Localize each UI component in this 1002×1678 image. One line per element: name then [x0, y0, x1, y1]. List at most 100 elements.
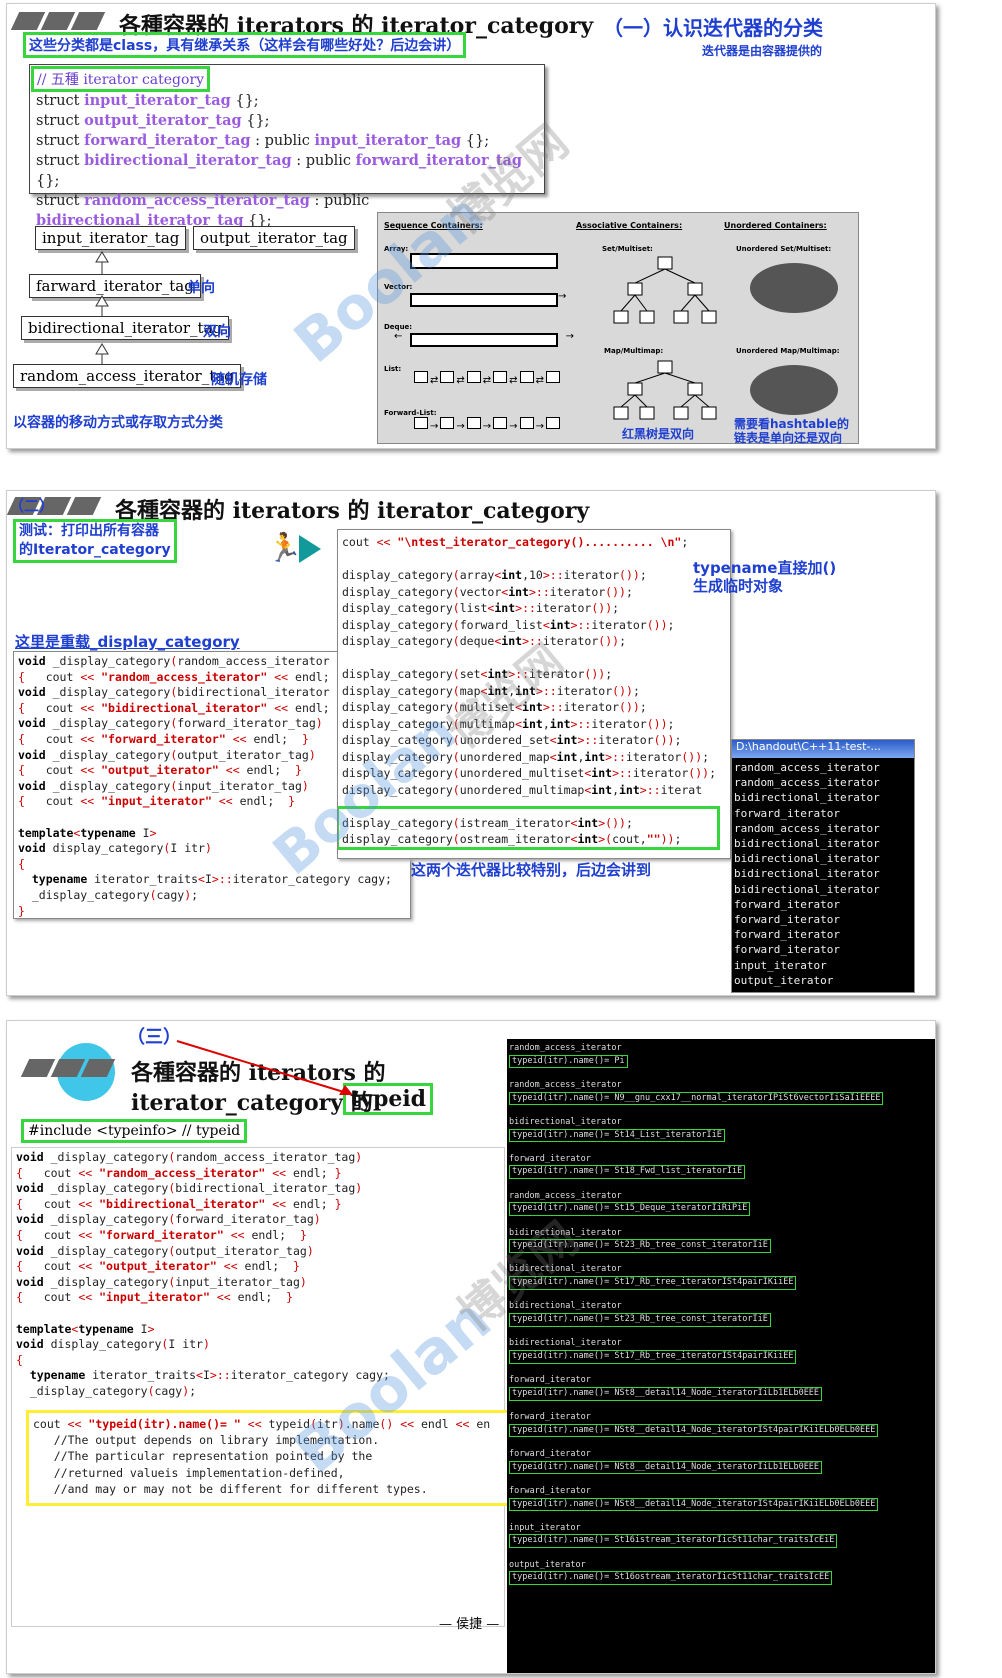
right-arrow-icon: [299, 535, 321, 563]
console-line: bidirectional_iterator: [734, 882, 880, 896]
console-output: random_access_iterator random_access_iter…: [732, 758, 914, 989]
console-line: forward_iterator: [734, 897, 840, 911]
typeid-console-output: random_access_iterator typeid(itr).name()…: [507, 1039, 935, 1586]
typeid-print-block: cout << "typeid(itr).name()= " << typeid…: [26, 1410, 512, 1506]
array-label: Array:: [384, 245, 409, 253]
console-line: bidirectional_iterator: [734, 791, 880, 805]
code-line: display_category(unordered_multiset<int>…: [342, 766, 716, 780]
console-typeid-name: typeid(itr).name()= NSt8__detail14_Node_…: [509, 1423, 879, 1438]
code-line: display_category(unordered_multimap<int,…: [342, 782, 703, 797]
slide-1: 各種容器的 iterators 的 iterator_category （一）认…: [6, 3, 936, 449]
vector-arrow: →: [558, 291, 567, 302]
console-entry: random_access_iterator typeid(itr).name()…: [509, 1080, 935, 1106]
code-line: display_category(forward_list<int>::iter…: [342, 617, 675, 632]
code-line: { cout << "bidirectional_iterator" << en…: [18, 700, 330, 715]
console-title: D:\handout\C++11-test-...: [736, 740, 881, 753]
console-entry: random_access_iterator typeid(itr).name()…: [509, 1191, 935, 1217]
console-category: random_access_iterator: [509, 1043, 622, 1053]
code-line: display_category(array<int,10>::iterator…: [342, 568, 647, 582]
deque-label: Deque:: [384, 323, 413, 331]
typeid-code-box: void _display_category(random_access_ite…: [11, 1147, 512, 1627]
code-line: //returned valueis implementation-define…: [33, 1465, 345, 1480]
running-man-icon: 🏃: [267, 531, 302, 564]
code-line: display_category(unordered_map<int,int>:…: [342, 749, 710, 764]
code-line: void display_category(I itr): [18, 841, 212, 856]
set-tree: [613, 256, 717, 324]
console-category: bidirectional_iterator: [509, 1116, 622, 1127]
console-category: forward_iterator: [509, 1153, 591, 1164]
console-line: forward_iterator: [734, 943, 840, 957]
label-forward: 单向: [187, 280, 215, 296]
seq-containers-label: Sequence Containers:: [384, 221, 483, 230]
signature: — 侯捷 —: [439, 1617, 500, 1632]
code-line: { cout << "forward_iterator" << endl; }: [16, 1227, 307, 1242]
console-entry: forward_iterator typeid(itr).name()= NSt8…: [509, 1485, 935, 1512]
slide2-title: 各種容器的 iterators 的 iterator_category: [115, 498, 590, 524]
slide2-section: （二）: [9, 497, 55, 515]
code-line: { cout << "random_access_iterator" << en…: [18, 669, 330, 684]
code-line: cout << "\ntest_iterator_category().....…: [342, 535, 689, 549]
test-code-box: cout << "\ntest_iterator_category().....…: [337, 529, 731, 859]
unordered-set-shape: [750, 263, 838, 313]
slide1-bottom-note: 以容器的移动方式或存取方式分类: [13, 415, 223, 431]
console-entry: forward_iterator typeid(itr).name()= NSt8…: [509, 1375, 935, 1401]
code-line: cout << "typeid(itr).name()= " << typeid…: [33, 1417, 491, 1431]
console-category: bidirectional_iterator: [509, 1301, 622, 1312]
tag-struct-base: input_iterator_tag: [314, 132, 462, 149]
console-typeid-name: typeid(itr).name()= St17_Rb_tree_iterato…: [509, 1349, 797, 1364]
console-line: forward_iterator: [734, 913, 840, 927]
console-typeid-name: typeid(itr).name()= NSt8__detail14_Node_…: [509, 1460, 823, 1475]
overload-code: void _display_category(random_access_ite…: [16, 1150, 390, 1400]
code-line: { cout << "output_iterator" << endl; }: [16, 1259, 300, 1274]
hashtable-note: 需要看hashtable的 链表是单向还是双向: [734, 417, 850, 445]
slide1-subnote: 迭代器是由容器提供的: [702, 44, 823, 58]
code-line: void _display_category(forward_iterator_…: [16, 1212, 321, 1227]
forward-list-shape: → → → → →: [412, 417, 562, 432]
console-entry: bidirectional_iterator typeid(itr).name()…: [509, 1228, 935, 1253]
console-entry: bidirectional_iterator typeid(itr).name()…: [509, 1116, 935, 1143]
console-entry: bidirectional_iterator typeid(itr).name()…: [509, 1338, 935, 1364]
code-line: void _display_category(output_iterator_t…: [18, 747, 316, 762]
slide-2: （二） 各種容器的 iterators 的 iterator_category …: [6, 490, 936, 996]
console-window: D:\handout\C++11-test-... random_access_…: [731, 739, 915, 993]
console-typeid-name: typeid(itr).name()= St18_Fwd_list_iterat…: [509, 1165, 746, 1180]
code-line: void _display_category(bidirectional_ite…: [18, 685, 330, 700]
console-category: forward_iterator: [509, 1412, 591, 1423]
code-line: typename iterator_traits<I>::iterator_ca…: [31, 872, 392, 887]
code-line: display_category(map<int,int>::iterator(…: [342, 683, 640, 698]
typeid-print-code: cout << "typeid(itr).name()= " << typeid…: [29, 1413, 509, 1497]
console-line: random_access_iterator: [734, 761, 880, 774]
code-line: }: [18, 903, 25, 918]
console-typeid-name: typeid(itr).name()= St23_Rb_tree_const_i…: [509, 1239, 771, 1253]
overload-code: void _display_category(random_access_ite…: [18, 654, 392, 918]
code-line: { cout << "output_iterator" << endl; }: [18, 763, 302, 778]
test-code: cout << "\ntest_iterator_category().....…: [342, 534, 716, 848]
inheritance-arrows: [95, 251, 109, 365]
console-entry: output_iterator typeid(itr).name()= St16o…: [509, 1559, 935, 1586]
code-line: display_category(deque<int>::iterator())…: [342, 634, 626, 648]
console-line: forward_iterator: [734, 806, 840, 820]
title-decoration: [20, 1059, 116, 1081]
code-line: typename iterator_traits<I>::iterator_ca…: [29, 1368, 390, 1383]
console-typeid-name: typeid(itr).name()= St15_Deque_iteratorI…: [509, 1202, 751, 1217]
array-shape: [410, 253, 558, 269]
console-line: random_access_iterator: [734, 776, 880, 790]
console-category: output_iterator: [509, 1559, 586, 1570]
code-line: void _display_category(output_iterator_t…: [16, 1243, 314, 1258]
console-category: forward_iterator: [509, 1375, 591, 1386]
list-shape: ⇄ ⇄ ⇄ ⇄ ⇄: [412, 371, 562, 386]
console-line: forward_iterator: [734, 928, 840, 942]
console-entry: forward_iterator typeid(itr).name()= NSt8…: [509, 1448, 935, 1475]
console-category: forward_iterator: [509, 1448, 591, 1459]
code-line: void _display_category(forward_iterator_…: [18, 716, 323, 731]
console-category: forward_iterator: [509, 1485, 591, 1496]
console-typeid-name: typeid(itr).name()= N9__gnu_cxx17__norma…: [509, 1091, 884, 1106]
code-line: void _display_category(input_iterator_ta…: [16, 1274, 307, 1289]
assoc-containers-label: Associative Containers:: [576, 221, 683, 230]
code-line: void display_category(I itr): [16, 1337, 210, 1352]
tag-struct-mid: : public: [309, 193, 370, 209]
special-iterators-highlight: [338, 806, 720, 850]
label-bidirectional: 双向: [203, 324, 231, 340]
